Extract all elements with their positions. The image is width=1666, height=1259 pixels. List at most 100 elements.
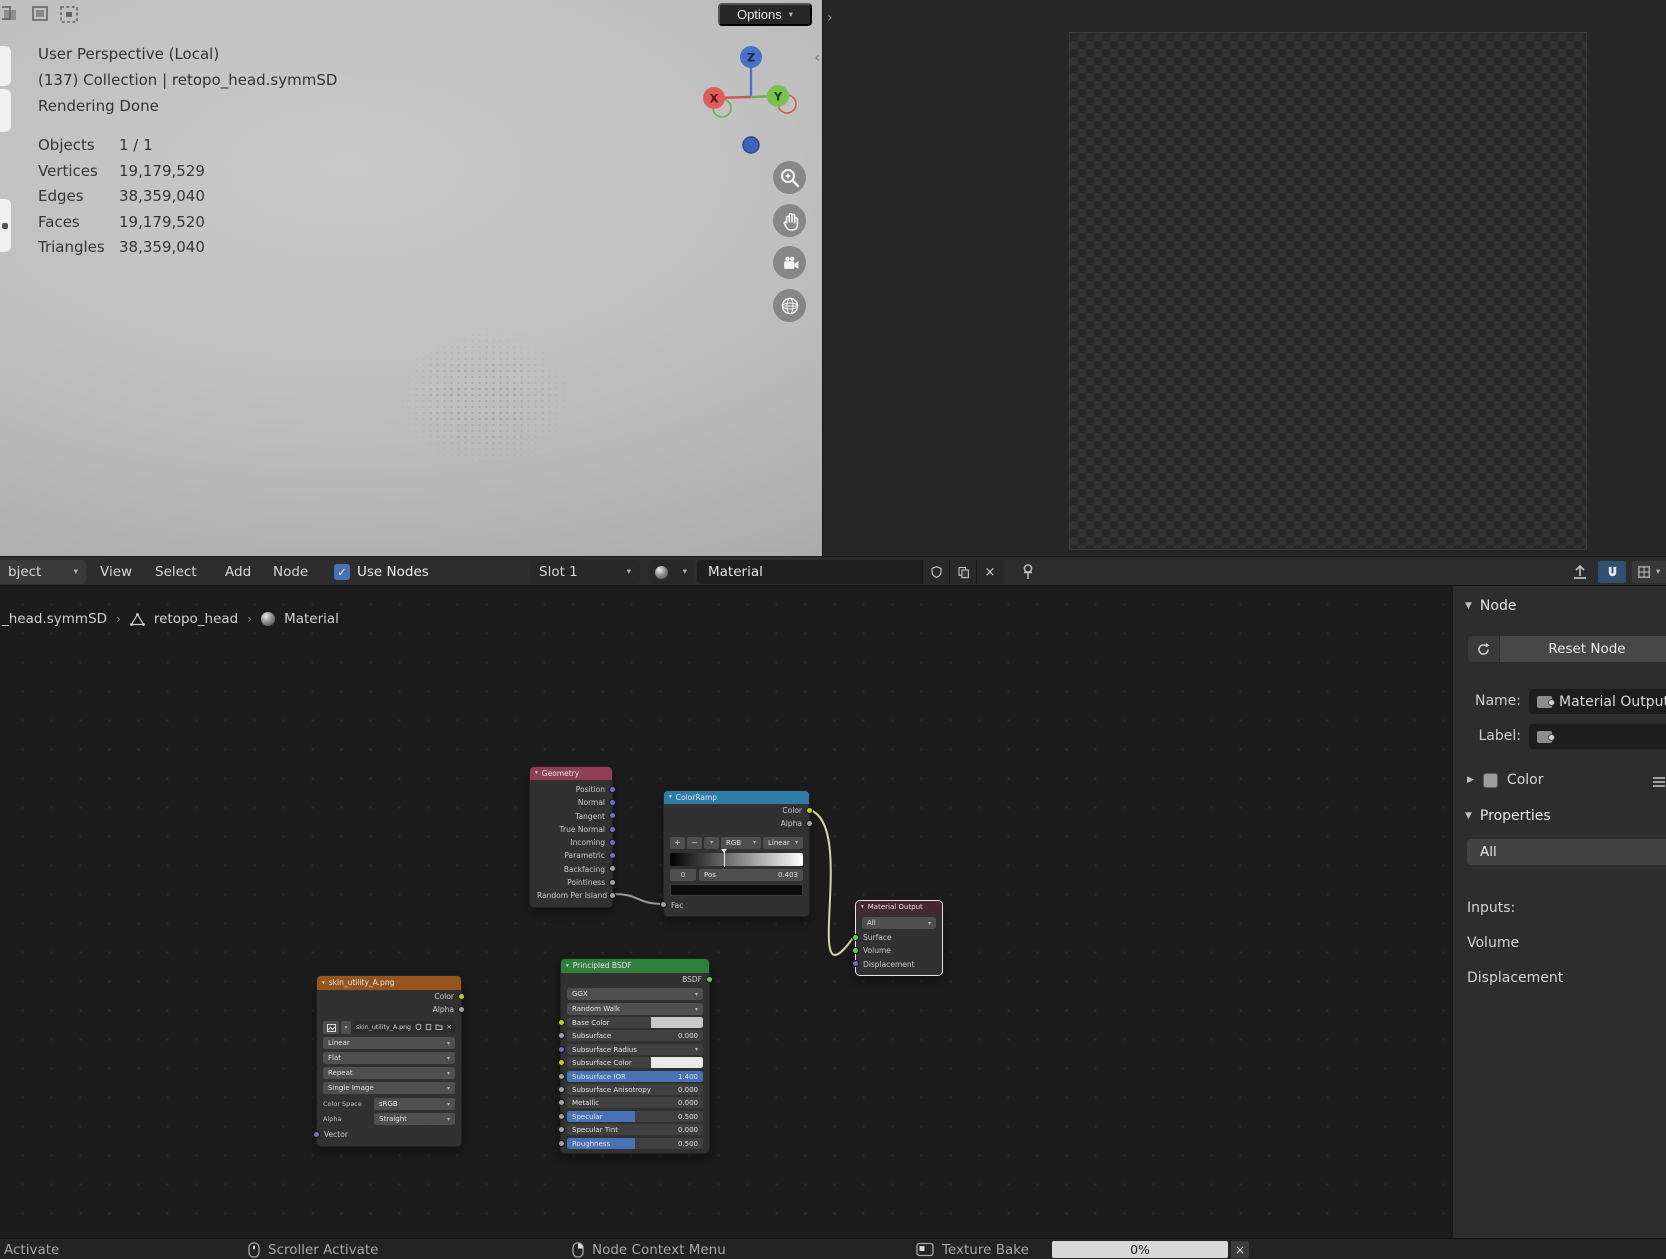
socket[interactable] <box>806 806 813 814</box>
pin-button[interactable] <box>1016 560 1040 584</box>
ramp-options-dropdown[interactable]: ▾ <box>704 836 719 849</box>
bsdf-input-subsurface[interactable]: Subsurface 0.000 <box>557 1030 703 1041</box>
stop-index-field[interactable]: 0 <box>670 868 696 881</box>
socket[interactable] <box>313 1130 320 1138</box>
node-header[interactable]: ▾ skin_utility_A.png <box>317 976 461 990</box>
cancel-bake-button[interactable]: × <box>1231 1241 1249 1258</box>
viewport-3d[interactable]: Options ▾ ‹ User Perspective (Local) (13… <box>0 0 822 556</box>
bsdf-input-base-color[interactable]: Base Color <box>557 1017 703 1028</box>
snap-toggle-button[interactable] <box>1598 561 1626 583</box>
breadcrumb-object[interactable]: retopo_head <box>154 611 238 627</box>
unlink-material-button[interactable]: × <box>976 560 1003 584</box>
interpolation-dropdown[interactable]: Linear ▾ <box>323 1037 455 1049</box>
breadcrumb-material[interactable]: Material <box>284 611 339 627</box>
node-label-field[interactable] <box>1529 724 1666 749</box>
socket[interactable] <box>557 1031 565 1039</box>
socket[interactable] <box>557 1139 565 1147</box>
material-name-value[interactable]: Material <box>697 564 922 580</box>
snap-mode-dropdown[interactable]: ▾ <box>1632 561 1666 583</box>
socket[interactable] <box>806 819 813 827</box>
zoom-tool-button[interactable] <box>773 161 806 194</box>
menu-view[interactable]: View <box>100 557 132 587</box>
geometry-output-normal[interactable]: Normal <box>530 796 616 809</box>
stop-position-field[interactable]: Pos 0.403 <box>699 868 803 881</box>
geometry-output-tangent[interactable]: Tangent <box>530 810 616 823</box>
socket[interactable] <box>852 946 859 954</box>
bsdf-input-roughness[interactable]: Roughness 0.500 <box>557 1138 703 1149</box>
node-image-texture[interactable]: ▾ skin_utility_A.png Color Alpha ▾ skin_… <box>313 975 465 1147</box>
socket[interactable] <box>660 901 667 909</box>
bsdf-input-specular[interactable]: Specular 0.500 <box>557 1111 703 1122</box>
toolbar-tab[interactable] <box>0 89 11 132</box>
stop-color-swatch[interactable] <box>670 883 803 896</box>
source-dropdown[interactable]: Single Image ▾ <box>323 1082 455 1094</box>
output-input-surface[interactable]: Surface <box>852 931 942 944</box>
node-principled-bsdf[interactable]: ▾ Principled BSDF BSDF GGX ▾ Random Walk… <box>557 958 713 1154</box>
shader-node-editor[interactable]: _head.symmSD › retopo_head › Material ▾ … <box>0 586 1666 1238</box>
shaded-square-icon[interactable] <box>30 4 52 24</box>
node-geometry[interactable]: ▾ Geometry Position Normal Tangent True … <box>529 766 616 908</box>
menu-select[interactable]: Select <box>155 557 197 587</box>
socket[interactable] <box>557 1098 565 1106</box>
projection-dropdown[interactable]: Flat ▾ <box>323 1052 455 1064</box>
reset-node-button[interactable]: Reset Node <box>1499 636 1666 662</box>
output-input-volume[interactable]: Volume <box>852 944 942 957</box>
subsurface-method-dropdown[interactable]: Random Walk ▾ <box>567 1003 703 1016</box>
baked-image-preview[interactable] <box>1069 32 1587 550</box>
camera-view-button[interactable] <box>773 246 806 279</box>
material-browse-dropdown[interactable]: ▾ <box>648 560 694 584</box>
image-browse-button[interactable] <box>323 1021 339 1034</box>
socket[interactable] <box>557 1058 565 1066</box>
bsdf-input-subsurface-ior[interactable]: Subsurface IOR 1.400 <box>557 1071 703 1082</box>
geometry-output-parametric[interactable]: Parametric <box>530 849 616 862</box>
socket[interactable] <box>458 1005 465 1013</box>
image-output-alpha[interactable]: Alpha <box>317 1003 465 1016</box>
image-editor[interactable]: › <box>822 0 1666 556</box>
colorramp-output-alpha[interactable]: Alpha <box>664 817 813 830</box>
geometry-output-backfacing[interactable]: Backfacing <box>530 863 616 876</box>
bsdf-input-subsurface-anisotropy[interactable]: Subsurface Anisotropy 0.000 <box>557 1084 703 1095</box>
use-nodes-checkbox[interactable]: ✓ <box>334 564 350 580</box>
object-shader-type-dropdown[interactable]: bject ▾ <box>0 560 86 584</box>
colorramp-input-fac[interactable]: Fac <box>660 899 809 912</box>
close-icon[interactable]: × <box>446 1023 452 1031</box>
output-input-displacement[interactable]: Displacement <box>852 958 942 971</box>
node-header[interactable]: ▾ ColorRamp <box>664 791 809 804</box>
image-input-vector[interactable]: Vector <box>313 1128 461 1141</box>
breadcrumb-scene[interactable]: _head.symmSD <box>2 611 107 627</box>
socket[interactable] <box>609 798 616 806</box>
fake-user-shield-button[interactable] <box>922 560 949 584</box>
open-folder-icon[interactable] <box>435 1023 443 1031</box>
material-name-field[interactable]: Material × <box>697 560 1003 584</box>
node-header[interactable]: ▾ Geometry <box>530 767 612 780</box>
pan-tool-button[interactable] <box>773 204 806 237</box>
color-section-row[interactable]: ▶ Color <box>1467 772 1543 788</box>
base-color-swatch[interactable] <box>651 1017 703 1028</box>
dashed-square-icon[interactable] <box>58 4 82 26</box>
geometry-output-true-normal[interactable]: True Normal <box>530 823 616 836</box>
options-dropdown[interactable]: Options ▾ <box>718 3 812 26</box>
image-select-dropdown[interactable]: ▾ <box>341 1021 351 1034</box>
material-slot-dropdown[interactable]: Slot 1 ▾ <box>530 560 640 584</box>
socket[interactable] <box>609 878 616 886</box>
socket[interactable] <box>557 1018 565 1026</box>
socket[interactable] <box>609 838 616 846</box>
color-ramp-gradient[interactable] <box>670 848 803 867</box>
node-colorramp[interactable]: ▾ ColorRamp Color Alpha + − ▾ RGB ▾ Linea… <box>660 790 813 917</box>
socket[interactable] <box>557 1045 565 1053</box>
socket[interactable] <box>458 992 465 1000</box>
color-space-dropdown[interactable]: sRGB ▾ <box>374 1098 455 1110</box>
parent-node-tree-button[interactable] <box>1570 557 1590 587</box>
geometry-output-incoming[interactable]: Incoming <box>530 836 616 849</box>
socket[interactable] <box>557 1125 565 1133</box>
toolbar-tab[interactable] <box>0 46 11 86</box>
node-header[interactable]: ▾ Material Output <box>856 901 942 914</box>
add-stop-button[interactable]: + <box>670 836 685 849</box>
grid-view-button[interactable] <box>773 289 806 322</box>
geometry-output-pointiness[interactable]: Pointiness <box>530 876 616 889</box>
node-header[interactable]: ▾ Principled BSDF <box>561 959 709 973</box>
socket[interactable] <box>609 825 616 833</box>
alpha-mode-dropdown[interactable]: Straight ▾ <box>374 1113 455 1125</box>
socket[interactable] <box>706 975 713 983</box>
menu-add[interactable]: Add <box>225 557 251 587</box>
